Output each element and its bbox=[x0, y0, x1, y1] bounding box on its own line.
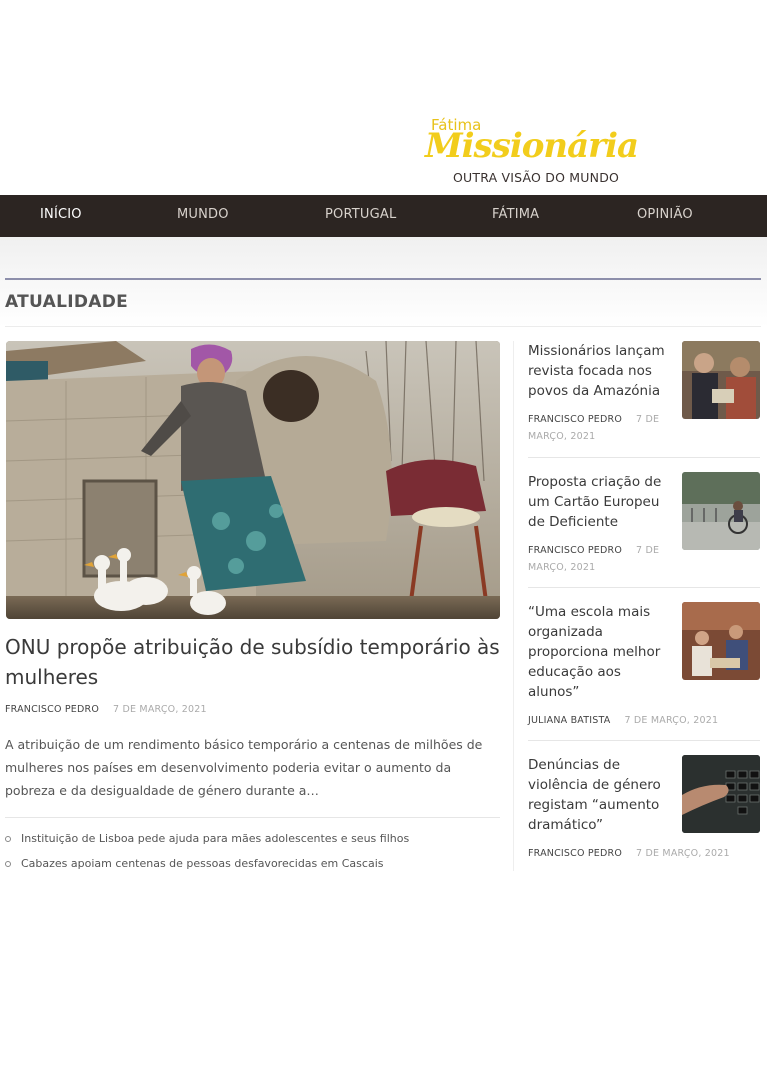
sidebar-article-date: 7 DE MARÇO, 2021 bbox=[636, 848, 730, 859]
feature-excerpt: A atribuição de um rendimento básico tem… bbox=[5, 737, 483, 798]
feature-photo-illustration bbox=[6, 341, 500, 619]
sidebar-article[interactable]: Missionários lançam revista focada nos p… bbox=[528, 341, 760, 445]
sidebar-article-thumbnail[interactable] bbox=[682, 602, 760, 680]
nav-item-opiniao[interactable]: OPINIÃO bbox=[637, 207, 693, 222]
site-logo[interactable]: Fátima Missionária OUTRA VISÃO DO MUNDO bbox=[425, 116, 655, 188]
sidebar-article-author[interactable]: FRANCISCO PEDRO bbox=[528, 545, 622, 556]
main-nav: INÍCIO MUNDO PORTUGAL FÁTIMA OPINIÃO bbox=[0, 195, 767, 237]
bullet-icon bbox=[5, 861, 11, 867]
related-item-label: Instituição de Lisboa pede ajuda para mã… bbox=[21, 832, 410, 845]
feature-meta: FRANCISCO PEDRO 7 DE MARÇO, 2021 bbox=[5, 704, 207, 715]
related-item[interactable]: Cabazes apoiam centenas de pessoas desfa… bbox=[5, 857, 500, 882]
sidebar-article-meta: FRANCISCO PEDRO 7 DE MARÇO, 2021 bbox=[528, 411, 668, 445]
sidebar-article[interactable]: Proposta criação de um Cartão Europeu de… bbox=[528, 472, 760, 576]
sidebar-divider bbox=[528, 587, 760, 588]
sidebar-article-thumbnail[interactable] bbox=[682, 341, 760, 419]
nav-item-portugal[interactable]: PORTUGAL bbox=[325, 207, 396, 222]
section-divider bbox=[5, 278, 761, 280]
sidebar-divider bbox=[528, 740, 760, 741]
thumb-classroom-icon bbox=[682, 602, 760, 680]
related-item-label: Cabazes apoiam centenas de pessoas desfa… bbox=[21, 857, 384, 870]
bullet-icon bbox=[5, 836, 11, 842]
nav-item-mundo[interactable]: MUNDO bbox=[177, 207, 229, 222]
sidebar-article-meta: FRANCISCO PEDRO 7 DE MARÇO, 2021 bbox=[528, 845, 760, 862]
sidebar-article[interactable]: Denúncias de violência de género regista… bbox=[528, 755, 760, 862]
thumb-phone-keypad-icon bbox=[682, 755, 760, 833]
section-title[interactable]: ATUALIDADE bbox=[5, 292, 128, 312]
feature-image[interactable] bbox=[6, 341, 500, 619]
header-gradient bbox=[0, 237, 767, 327]
sidebar-article-author[interactable]: JULIANA BATISTA bbox=[528, 715, 610, 726]
logo-missionaria-text: Missionária bbox=[425, 126, 639, 166]
sidebar-article[interactable]: “Uma escola mais organizada proporciona … bbox=[528, 602, 760, 729]
sidebar-article-title[interactable]: Denúncias de violência de género regista… bbox=[528, 755, 668, 835]
feature-author[interactable]: FRANCISCO PEDRO bbox=[5, 704, 99, 715]
feature-date: 7 DE MARÇO, 2021 bbox=[113, 704, 207, 715]
sidebar-article-date: 7 DE MARÇO, 2021 bbox=[624, 715, 719, 726]
sidebar-article-author[interactable]: FRANCISCO PEDRO bbox=[528, 848, 622, 859]
nav-item-fatima[interactable]: FÁTIMA bbox=[492, 207, 539, 222]
sidebar-article-title[interactable]: Missionários lançam revista focada nos p… bbox=[528, 341, 668, 401]
sidebar-article-meta: JULIANA BATISTA 7 DE MARÇO, 2021 bbox=[528, 712, 760, 729]
thumb-wheelchair-icon bbox=[682, 472, 760, 550]
column-divider bbox=[513, 341, 514, 871]
sidebar-article-thumbnail[interactable] bbox=[682, 755, 760, 833]
sidebar-article-thumbnail[interactable] bbox=[682, 472, 760, 550]
sidebar-article-title[interactable]: Proposta criação de um Cartão Europeu de… bbox=[528, 472, 668, 532]
nav-item-inicio[interactable]: INÍCIO bbox=[40, 207, 82, 222]
section-underline bbox=[5, 326, 761, 327]
feature-headline[interactable]: ONU propõe atribuição de subsídio tempor… bbox=[5, 632, 505, 692]
sidebar-article-title[interactable]: “Uma escola mais organizada proporciona … bbox=[528, 602, 668, 702]
thumb-people-icon bbox=[682, 341, 760, 419]
related-list: Instituição de Lisboa pede ajuda para mã… bbox=[5, 832, 500, 882]
related-item[interactable]: Instituição de Lisboa pede ajuda para mã… bbox=[5, 832, 500, 857]
sidebar-article-meta: FRANCISCO PEDRO 7 DE MARÇO, 2021 bbox=[528, 542, 668, 576]
sidebar-article-author[interactable]: FRANCISCO PEDRO bbox=[528, 414, 622, 425]
sidebar-divider bbox=[528, 457, 760, 458]
feature-divider bbox=[5, 817, 500, 818]
logo-tagline: OUTRA VISÃO DO MUNDO bbox=[453, 170, 620, 185]
